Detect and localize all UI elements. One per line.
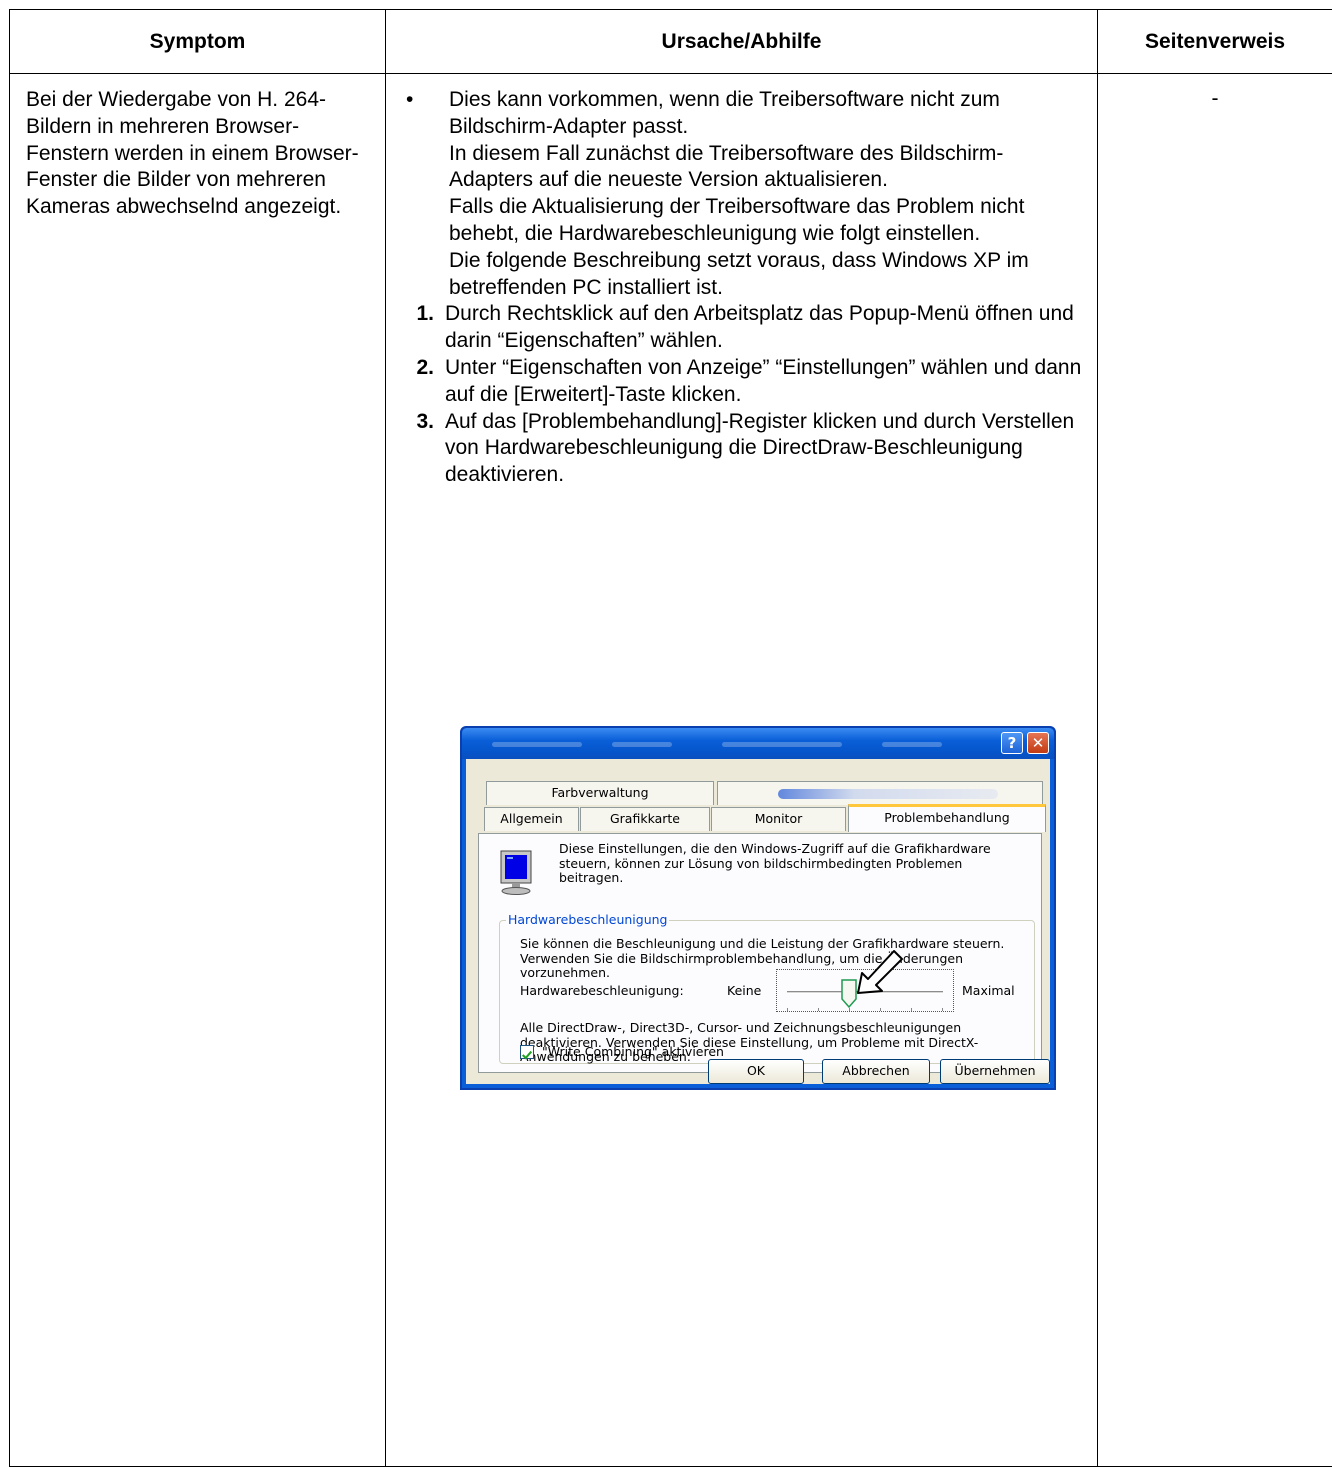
cause-paragraph: Dies kann vorkommen, wenn die Treibersof… bbox=[449, 88, 1000, 138]
step-number: 3. bbox=[416, 409, 434, 433]
reference-text: - bbox=[1211, 87, 1219, 110]
display-properties-dialog: ? ✕ Farbverwaltung Allgemein Grafikkarte… bbox=[460, 726, 1056, 1090]
slider-max-label: Maximal bbox=[962, 983, 1015, 998]
bullet-icon: • bbox=[406, 88, 414, 111]
cause-paragraph: In diesem Fall zunächst die Treibersoftw… bbox=[449, 141, 1004, 192]
tab-grafikkarte[interactable]: Grafikkarte bbox=[580, 807, 710, 831]
cause-paragraph: Falls die Aktualisierung der Treibersoft… bbox=[449, 195, 1025, 245]
write-combining-checkbox[interactable] bbox=[520, 1045, 534, 1060]
step-item: 3. Auf das [Problembehandlung]-Register k… bbox=[402, 409, 1083, 489]
apply-button[interactable]: Übernehmen bbox=[940, 1059, 1050, 1084]
step-text: Unter “Eigenschaften von Anzeige” “Einst… bbox=[445, 355, 1082, 406]
dialog-client: Farbverwaltung Allgemein Grafikkarte Mon… bbox=[466, 759, 1050, 1084]
step-text: Durch Rechtsklick auf den Arbeitsplatz d… bbox=[445, 302, 1074, 353]
cause-paragraph: Die folgende Beschreibung setzt voraus, … bbox=[449, 248, 1029, 299]
symptom-cell: Bei der Wiedergabe von H. 264-Bildern in… bbox=[9, 73, 386, 1467]
step-text: Auf das [Problembehandlung]-Register kli… bbox=[445, 409, 1075, 487]
header-reference: Seitenverweis bbox=[1097, 9, 1332, 74]
help-icon[interactable]: ? bbox=[1001, 732, 1023, 754]
tab-problembehandlung[interactable]: Problembehandlung bbox=[848, 804, 1046, 832]
header-cause: Ursache/Abhilfe bbox=[385, 9, 1098, 74]
slider-ticks bbox=[787, 1008, 943, 1011]
tab-farbverwaltung[interactable]: Farbverwaltung bbox=[486, 781, 714, 805]
ok-button[interactable]: OK bbox=[708, 1059, 804, 1084]
acceleration-label: Hardwarebeschleunigung: bbox=[520, 983, 684, 998]
tab-allgemein[interactable]: Allgemein bbox=[484, 807, 579, 831]
slider-min-label: Keine bbox=[727, 983, 762, 998]
step-number: 1. bbox=[416, 302, 434, 326]
step-item: 1. Durch Rechtsklick auf den Arbeitsplatz… bbox=[402, 301, 1083, 355]
table-header-row: Symptom Ursache/Abhilfe Seitenverweis bbox=[9, 9, 1332, 74]
tab-blurred[interactable] bbox=[717, 781, 1043, 805]
step-item: 2. Unter “Eigenschaften von Anzeige” “Ein… bbox=[402, 355, 1083, 409]
close-icon[interactable]: ✕ bbox=[1027, 732, 1049, 754]
hardware-acceleration-group: Hardwarebeschleunigung Sie können die Be… bbox=[499, 912, 1035, 1064]
header-symptom: Symptom bbox=[9, 9, 386, 74]
steps-list: 1. Durch Rechtsklick auf den Arbeitsplatz… bbox=[402, 301, 1083, 489]
step-number: 2. bbox=[416, 355, 434, 379]
checkmark-icon bbox=[521, 1050, 533, 1060]
group-title: Hardwarebeschleunigung bbox=[506, 912, 670, 928]
write-combining-label[interactable]: "Write Combining" aktivieren bbox=[542, 1044, 724, 1059]
tab-panel: Diese Einstellungen, die den Windows-Zug… bbox=[478, 833, 1042, 1073]
monitor-icon bbox=[500, 850, 532, 895]
reference-cell: - bbox=[1097, 73, 1332, 1467]
intro-text: Diese Einstellungen, die den Windows-Zug… bbox=[559, 841, 991, 885]
dialog-title-bar: ? ✕ bbox=[462, 728, 1054, 759]
symptom-text: Bei der Wiedergabe von H. 264-Bildern in… bbox=[26, 88, 359, 219]
tab-monitor[interactable]: Monitor bbox=[711, 807, 846, 831]
cancel-button[interactable]: Abbrechen bbox=[822, 1059, 930, 1084]
mouse-arrow-icon bbox=[857, 950, 903, 994]
